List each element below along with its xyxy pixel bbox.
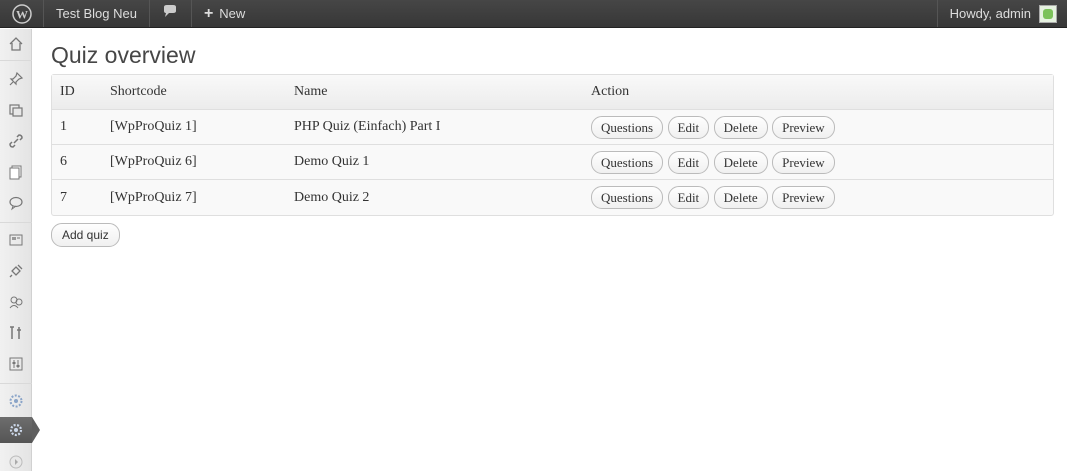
svg-text:W: W bbox=[16, 7, 28, 21]
column-header-id: ID bbox=[52, 75, 102, 110]
table-header-row: ID Shortcode Name Action bbox=[52, 75, 1053, 110]
preview-button[interactable]: Preview bbox=[772, 115, 835, 139]
table-row: 1 [WpProQuiz 1] PHP Quiz (Einfach) Part … bbox=[52, 110, 1053, 145]
quiz-actions: Questions Edit Delete Preview bbox=[583, 180, 1053, 215]
new-label: New bbox=[219, 6, 246, 21]
pages-icon[interactable] bbox=[0, 159, 32, 185]
collapse-icon[interactable] bbox=[0, 449, 32, 471]
quiz-shortcode: [WpProQuiz 7] bbox=[110, 189, 197, 205]
current-menu-arrow bbox=[32, 417, 40, 443]
questions-button[interactable]: Questions bbox=[591, 186, 663, 209]
delete-button[interactable]: Delete bbox=[713, 115, 768, 139]
column-header-action: Action bbox=[583, 75, 1053, 110]
wordpress-logo-icon[interactable]: W bbox=[0, 0, 44, 27]
delete-button[interactable]: Delete bbox=[713, 150, 768, 174]
plugins-icon[interactable] bbox=[0, 258, 32, 284]
links-icon[interactable] bbox=[0, 128, 32, 154]
admin-bar: W Test Blog Neu + New Howdy, admin bbox=[0, 0, 1067, 28]
greeting: Howdy, admin bbox=[949, 6, 1031, 21]
column-header-shortcode: Shortcode bbox=[102, 75, 286, 110]
gear-icon[interactable] bbox=[0, 417, 40, 443]
quiz-name: PHP Quiz (Einfach) Part I bbox=[286, 110, 583, 145]
avatar bbox=[1039, 4, 1057, 23]
main-content: Quiz overview ID Shortcode Name Action 1… bbox=[51, 29, 1054, 247]
wpproquiz-icon[interactable] bbox=[0, 388, 32, 414]
quiz-name: Demo Quiz 1 bbox=[286, 145, 583, 180]
quiz-actions: Questions Edit Delete Preview bbox=[583, 145, 1053, 180]
table-row: 6 [WpProQuiz 6] Demo Quiz 1 Questions Ed… bbox=[52, 145, 1053, 180]
table-row: 7 [WpProQuiz 7] Demo Quiz 2 Questions Ed… bbox=[52, 180, 1053, 215]
quiz-table: ID Shortcode Name Action 1 [WpProQuiz 1]… bbox=[51, 74, 1054, 216]
preview-button[interactable]: Preview bbox=[772, 150, 835, 174]
edit-button[interactable]: Edit bbox=[667, 115, 710, 139]
column-header-name: Name bbox=[286, 75, 583, 110]
edit-button[interactable]: Edit bbox=[667, 150, 710, 174]
tools-icon[interactable] bbox=[0, 320, 32, 346]
quiz-id: 7 bbox=[60, 189, 67, 205]
edit-button[interactable]: Edit bbox=[667, 186, 710, 209]
quiz-shortcode: [WpProQuiz 1] bbox=[102, 110, 286, 145]
add-quiz-button[interactable]: Add quiz bbox=[51, 223, 120, 247]
questions-button[interactable]: Questions bbox=[591, 150, 663, 174]
comments-icon[interactable] bbox=[0, 190, 32, 216]
appearance-icon[interactable] bbox=[0, 227, 32, 253]
admin-sidebar bbox=[0, 29, 40, 471]
page-title: Quiz overview bbox=[51, 42, 196, 68]
preview-button[interactable]: Preview bbox=[772, 186, 835, 209]
my-account-menu[interactable]: Howdy, admin bbox=[936, 0, 1067, 27]
quiz-id: 6 bbox=[52, 145, 102, 180]
new-content-menu[interactable]: + New bbox=[192, 0, 257, 27]
quiz-actions: Questions Edit Delete Preview bbox=[583, 110, 1053, 145]
quiz-name: Demo Quiz 2 bbox=[294, 189, 370, 205]
dashboard-icon[interactable] bbox=[0, 31, 32, 57]
questions-button[interactable]: Questions bbox=[591, 115, 663, 139]
quiz-shortcode: [WpProQuiz 6] bbox=[102, 145, 286, 180]
posts-pin-icon[interactable] bbox=[0, 66, 32, 92]
delete-button[interactable]: Delete bbox=[713, 186, 768, 209]
comments-link[interactable] bbox=[150, 0, 192, 27]
site-name: Test Blog Neu bbox=[56, 6, 137, 21]
plus-icon: + bbox=[203, 4, 214, 22]
comment-bubble-icon bbox=[162, 5, 178, 22]
settings-icon[interactable] bbox=[0, 351, 32, 377]
users-icon[interactable] bbox=[0, 289, 32, 315]
quiz-id: 1 bbox=[52, 110, 102, 145]
media-icon[interactable] bbox=[0, 97, 32, 123]
site-name-link[interactable]: Test Blog Neu bbox=[44, 0, 150, 27]
